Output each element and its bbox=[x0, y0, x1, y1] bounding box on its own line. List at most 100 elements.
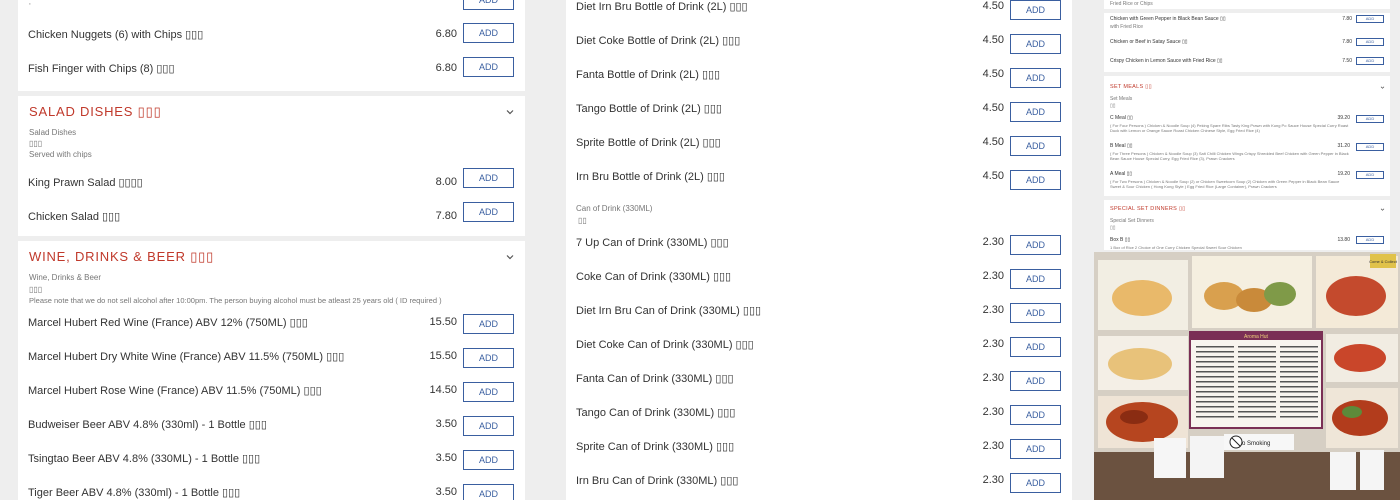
mini-add-button[interactable]: ADD bbox=[1356, 171, 1384, 179]
menu-item-name: King Prawn Salad ▯▯▯▯ bbox=[28, 177, 143, 189]
mini-subtitle: Set Meals bbox=[1110, 96, 1133, 102]
menu-item-name: Diet Coke Can of Drink (330ML) ▯▯▯ bbox=[576, 339, 754, 351]
mini-add-button[interactable]: ADD bbox=[1356, 15, 1384, 23]
add-button[interactable]: ADD bbox=[1010, 439, 1061, 459]
no-smoking-text: No Smoking bbox=[1238, 441, 1271, 447]
menu-item-price: 2.30 bbox=[982, 270, 1004, 282]
mini-item-note: with Fried Rice bbox=[1110, 24, 1144, 30]
menu-item-row: Irn Bru Bottle of Drink (2L) ▯▯▯ 4.50 AD… bbox=[566, 162, 1072, 196]
add-button[interactable]: ADD bbox=[1010, 235, 1061, 255]
mini-item-note: ( For Three Persons ) Chicken & Noodle S… bbox=[1110, 151, 1349, 161]
menu-item-price: 8.00 bbox=[435, 176, 457, 188]
add-button[interactable]: ADD bbox=[463, 202, 514, 222]
menu-item-price: 6.80 bbox=[435, 28, 457, 40]
shop-sign: Aroma Hut bbox=[1244, 334, 1269, 340]
mini-item-note: ( For Four Persons ) Chicken & Noodle So… bbox=[1110, 123, 1349, 133]
mini-section-title[interactable]: Set Meals ▯▯ bbox=[1110, 84, 1152, 90]
menu-item-name: Tango Can of Drink (330ML) ▯▯▯ bbox=[576, 407, 736, 419]
menu-item-name: 7 Up Can of Drink (330ML) ▯▯▯ bbox=[576, 237, 729, 249]
section-title[interactable]: Salad Dishes ▯▯▯ bbox=[29, 104, 162, 120]
category-subtitle: Can of Drink (330ML) bbox=[576, 204, 653, 213]
add-button[interactable]: ADD bbox=[1010, 473, 1061, 493]
add-button[interactable]: ADD bbox=[463, 416, 514, 436]
menu-item-name: Irn Bru Can of Drink (330ML) ▯▯▯ bbox=[576, 475, 739, 487]
add-button[interactable]: ADD bbox=[1010, 68, 1061, 88]
mini-add-button[interactable]: ADD bbox=[1356, 38, 1384, 46]
menu-item-name: Fish Finger with Chips (8) ▯▯▯ bbox=[28, 63, 175, 75]
chevron-down-icon[interactable] bbox=[505, 252, 515, 262]
menu-item-row: Sprite Bottle of Drink (2L) ▯▯▯ 4.50 ADD bbox=[566, 128, 1072, 162]
wine-section: Wine, Drinks & Beer ▯▯▯ Wine, Drinks & B… bbox=[18, 241, 525, 500]
mini-add-button[interactable]: ADD bbox=[1356, 115, 1384, 123]
mini-item-price: 7.80 bbox=[1342, 39, 1352, 45]
section-subtitle-cn: ▯▯▯ bbox=[29, 285, 43, 294]
add-button[interactable]: ADD bbox=[1010, 170, 1061, 190]
chevron-down-icon[interactable] bbox=[1380, 85, 1385, 90]
add-button[interactable]: ADD bbox=[1010, 303, 1061, 323]
menu-item-name: Chicken Nuggets (6) with Chips ▯▯▯ bbox=[28, 29, 204, 41]
mini-add-button[interactable]: ADD bbox=[1356, 57, 1384, 65]
sticker-text: Come & Collect bbox=[1369, 259, 1398, 264]
add-button[interactable]: ADD bbox=[463, 168, 514, 188]
menu-item-row: Fanta Can of Drink (330ML) ▯▯▯ 2.30 ADD bbox=[566, 364, 1072, 398]
menu-item-row: Marcel Hubert Rose Wine (France) ABV 11.… bbox=[18, 376, 525, 410]
mini-item-price: 13.80 bbox=[1337, 237, 1350, 243]
mini-item-price: 7.80 bbox=[1342, 16, 1352, 22]
section-note: Served with chips bbox=[29, 150, 92, 159]
section-subtitle-cn: ▯▯▯ bbox=[29, 139, 43, 148]
menu-item-row: Chicken Salad ▯▯▯ 7.80 ADD bbox=[18, 202, 525, 236]
mini-item-name: Chicken or Beef in Satay Sauce ▯▯ bbox=[1110, 39, 1188, 45]
menu-item-name: Tiger Beer ABV 4.8% (330ml) - 1 Bottle ▯… bbox=[28, 487, 241, 499]
restaurant-photo: Come & Collect Aroma Hut No Smoking bbox=[1094, 252, 1400, 500]
mini-section-title[interactable]: Special Set Dinners ▯▯ bbox=[1110, 206, 1186, 212]
section-subtitle: Salad Dishes bbox=[29, 128, 77, 137]
category-subtitle-cn: ▯▯ bbox=[578, 216, 587, 225]
add-button[interactable]: ADD bbox=[1010, 371, 1061, 391]
menu-item-price: 2.30 bbox=[982, 372, 1004, 384]
mini-item-name: Chicken with Green Pepper in Black Bean … bbox=[1110, 16, 1226, 22]
menu-item-price: 2.30 bbox=[982, 304, 1004, 316]
divider bbox=[1104, 196, 1390, 200]
menu-item-name: Budweiser Beer ABV 4.8% (330ml) - 1 Bott… bbox=[28, 419, 267, 431]
add-button[interactable]: ADD bbox=[463, 314, 514, 334]
left-menu-panel: · ADD Chicken Nuggets (6) with Chips ▯▯▯… bbox=[18, 0, 525, 91]
add-button[interactable]: ADD bbox=[463, 348, 514, 368]
chevron-down-icon[interactable] bbox=[1380, 207, 1385, 212]
menu-item-price: 15.50 bbox=[429, 316, 457, 328]
mini-subtitle-cn: ▯▯ bbox=[1110, 103, 1116, 109]
menu-item-row: Diet Coke Can of Drink (330ML) ▯▯▯ 2.30 … bbox=[566, 330, 1072, 364]
mini-add-button[interactable]: ADD bbox=[1356, 143, 1384, 151]
add-button[interactable]: ADD bbox=[1010, 34, 1061, 54]
mini-item-name: Box B ▯▯ bbox=[1110, 237, 1131, 243]
mini-item-price: 39.20 bbox=[1337, 115, 1350, 121]
add-button[interactable]: ADD bbox=[463, 450, 514, 470]
add-button[interactable]: ADD bbox=[1010, 405, 1061, 425]
mini-item-name: A Meal ▯▯ bbox=[1110, 171, 1133, 177]
add-button[interactable]: ADD bbox=[1010, 269, 1061, 289]
menu-item-row: Tango Can of Drink (330ML) ▯▯▯ 2.30 ADD bbox=[566, 398, 1072, 432]
add-button[interactable]: ADD bbox=[463, 23, 514, 43]
add-button[interactable]: ADD bbox=[1010, 0, 1061, 20]
section-note: Please note that we do not sell alcohol … bbox=[29, 296, 442, 305]
section-title[interactable]: Wine, Drinks & Beer ▯▯▯ bbox=[29, 249, 214, 265]
menu-item-name: Fanta Bottle of Drink (2L) ▯▯▯ bbox=[576, 69, 721, 81]
add-button[interactable]: ADD bbox=[463, 382, 514, 402]
add-button[interactable]: ADD bbox=[463, 0, 514, 10]
add-button[interactable]: ADD bbox=[1010, 136, 1061, 156]
add-button[interactable]: ADD bbox=[463, 484, 514, 500]
menu-item-name: Diet Coke Bottle of Drink (2L) ▯▯▯ bbox=[576, 35, 741, 47]
mini-item-note: ( For Two Persons ) Chicken & Noodle Sou… bbox=[1110, 179, 1340, 189]
add-button[interactable]: ADD bbox=[1010, 337, 1061, 357]
menu-item-price: 6.80 bbox=[435, 62, 457, 74]
chevron-down-icon[interactable] bbox=[505, 107, 515, 117]
add-button[interactable]: ADD bbox=[1010, 102, 1061, 122]
mini-add-button[interactable]: ADD bbox=[1356, 236, 1384, 244]
mini-item-note: 1 Box of Rice 2 Choice of One Curry Chic… bbox=[1110, 245, 1242, 250]
menu-item-price: 2.30 bbox=[982, 338, 1004, 350]
drinks-panel: Diet Irn Bru Bottle of Drink (2L) ▯▯▯ 4.… bbox=[566, 0, 1072, 500]
mini-item-price: 19.20 bbox=[1337, 171, 1350, 177]
divider bbox=[1104, 9, 1390, 13]
add-button[interactable]: ADD bbox=[463, 57, 514, 77]
menu-item-row: Irn Bru Can of Drink (330ML) ▯▯▯ 2.30 AD… bbox=[566, 466, 1072, 500]
menu-item-row: Diet Irn Bru Can of Drink (330ML) ▯▯▯ 2.… bbox=[566, 296, 1072, 330]
